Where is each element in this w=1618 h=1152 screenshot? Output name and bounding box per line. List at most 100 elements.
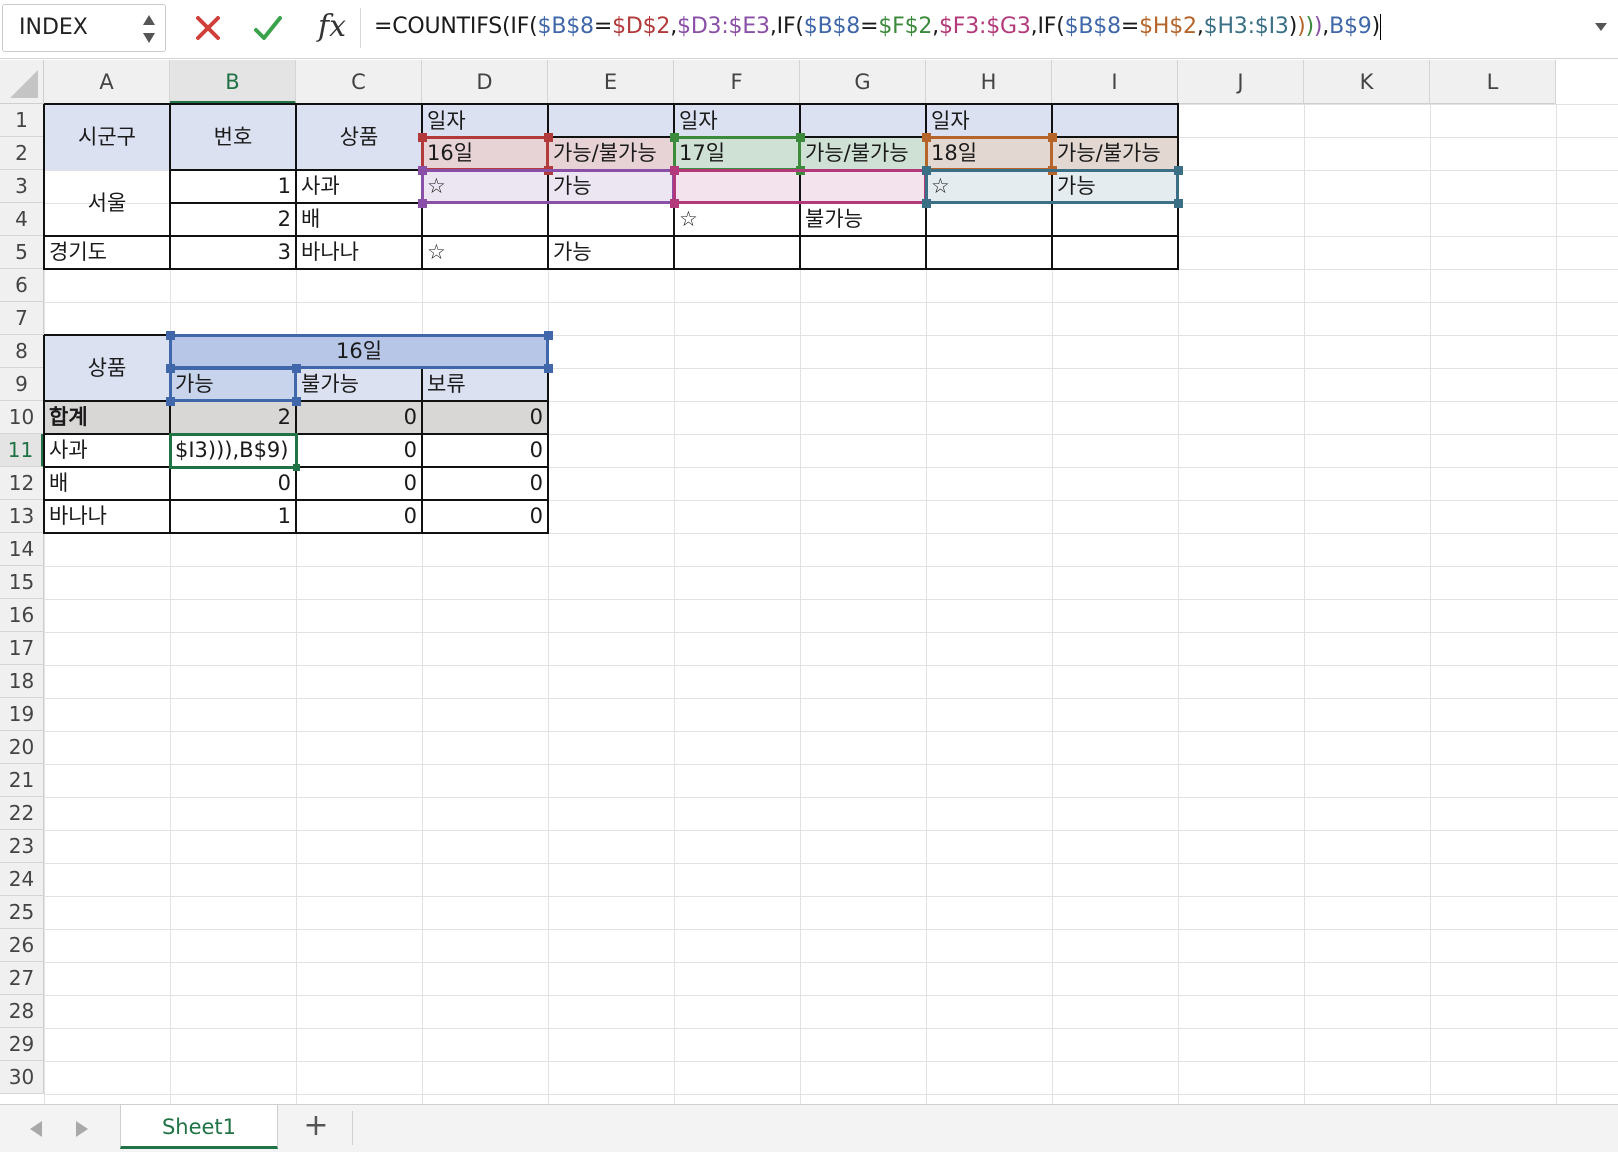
sheet-tab-sheet1[interactable]: Sheet1 bbox=[120, 1105, 278, 1149]
row-header-28[interactable]: 28 bbox=[0, 995, 44, 1028]
row-header-26[interactable]: 26 bbox=[0, 929, 44, 962]
fill-handle[interactable] bbox=[293, 464, 300, 471]
cell-e5[interactable]: 가능 bbox=[548, 236, 674, 269]
cell-a8[interactable]: 상품 bbox=[44, 335, 170, 401]
cell-c9[interactable]: 불가능 bbox=[296, 368, 422, 401]
cell-c3[interactable]: 사과 bbox=[296, 170, 422, 203]
ref-h3-i3-handle[interactable] bbox=[1174, 199, 1183, 208]
row-header-15[interactable]: 15 bbox=[0, 566, 44, 599]
cell-b4[interactable]: 2 bbox=[170, 203, 296, 236]
cell-h1[interactable]: 일자 bbox=[926, 104, 1052, 137]
cell-a10[interactable]: 합계 bbox=[44, 401, 170, 434]
row-header-12[interactable]: 12 bbox=[0, 467, 44, 500]
row-header-5[interactable]: 5 bbox=[0, 236, 44, 269]
add-sheet-button[interactable]: + bbox=[300, 1111, 332, 1143]
row-header-29[interactable]: 29 bbox=[0, 1028, 44, 1061]
ref-h3-i3-handle[interactable] bbox=[1174, 166, 1183, 175]
ref-f3-g3-handle[interactable] bbox=[670, 166, 679, 175]
cell-c12[interactable]: 0 bbox=[296, 467, 422, 500]
column-header-d[interactable]: D bbox=[422, 60, 548, 104]
column-header-k[interactable]: K bbox=[1304, 60, 1430, 104]
cell-b10[interactable]: 2 bbox=[170, 401, 296, 434]
cell-d13[interactable]: 0 bbox=[422, 500, 548, 533]
cell-d12[interactable]: 0 bbox=[422, 467, 548, 500]
cell-a5[interactable]: 경기도 bbox=[44, 236, 170, 269]
column-header-l[interactable]: L bbox=[1430, 60, 1556, 104]
column-header-j[interactable]: J bbox=[1178, 60, 1304, 104]
enter-check-icon[interactable] bbox=[250, 8, 286, 48]
row-header-23[interactable]: 23 bbox=[0, 830, 44, 863]
ref-d2-handle[interactable] bbox=[418, 133, 427, 142]
cell-g4[interactable]: 불가능 bbox=[800, 203, 926, 236]
row-header-21[interactable]: 21 bbox=[0, 764, 44, 797]
ref-h2-handle[interactable] bbox=[922, 133, 931, 142]
column-header-e[interactable]: E bbox=[548, 60, 674, 104]
row-header-3[interactable]: 3 bbox=[0, 170, 44, 203]
cell-b3[interactable]: 1 bbox=[170, 170, 296, 203]
cell-c13[interactable]: 0 bbox=[296, 500, 422, 533]
ref-h2-handle[interactable] bbox=[1048, 133, 1057, 142]
row-header-18[interactable]: 18 bbox=[0, 665, 44, 698]
cell-b1[interactable]: 번호 bbox=[170, 104, 296, 170]
ref-b9-handle[interactable] bbox=[292, 397, 301, 406]
cell-c5[interactable]: 바나나 bbox=[296, 236, 422, 269]
ref-b9-handle[interactable] bbox=[166, 397, 175, 406]
ref-f3-g3-handle[interactable] bbox=[670, 199, 679, 208]
column-header-g[interactable]: G bbox=[800, 60, 926, 104]
row-header-22[interactable]: 22 bbox=[0, 797, 44, 830]
row-header-6[interactable]: 6 bbox=[0, 269, 44, 302]
insert-function-button[interactable]: fx bbox=[312, 6, 352, 48]
ref-d3-e3-handle[interactable] bbox=[418, 199, 427, 208]
cell-a12[interactable]: 배 bbox=[44, 467, 170, 500]
cancel-x-icon[interactable] bbox=[190, 8, 226, 48]
cell-e2[interactable]: 가능/불가능 bbox=[548, 137, 674, 170]
name-box[interactable]: INDEX bbox=[2, 4, 166, 52]
row-header-11[interactable]: 11 bbox=[0, 434, 44, 467]
cell-d5[interactable]: ☆ bbox=[422, 236, 548, 269]
column-header-f[interactable]: F bbox=[674, 60, 800, 104]
formula-input[interactable]: =COUNTIFS(IF($B$8=$D$2,$D3:$E3,IF($B$8=$… bbox=[374, 14, 1381, 40]
expand-formula-bar-icon[interactable] bbox=[1594, 20, 1608, 34]
row-header-2[interactable]: 2 bbox=[0, 137, 44, 170]
row-header-1[interactable]: 1 bbox=[0, 104, 44, 137]
row-header-25[interactable]: 25 bbox=[0, 896, 44, 929]
cell-b13[interactable]: 1 bbox=[170, 500, 296, 533]
row-header-13[interactable]: 13 bbox=[0, 500, 44, 533]
cell-d11[interactable]: 0 bbox=[422, 434, 548, 467]
ref-b8-handle[interactable] bbox=[544, 364, 553, 373]
cell-b12[interactable]: 0 bbox=[170, 467, 296, 500]
cell-b5[interactable]: 3 bbox=[170, 236, 296, 269]
row-header-30[interactable]: 30 bbox=[0, 1061, 44, 1094]
cell-c1[interactable]: 상품 bbox=[296, 104, 422, 170]
cell-a1[interactable]: 시군구 bbox=[44, 104, 170, 170]
worksheet-grid[interactable]: ABCDEFGHIJKL 1 2 3 4 5 6 7 8 9 10 11 12 13 14 15 16 17 18… bbox=[0, 60, 1618, 1104]
row-header-14[interactable]: 14 bbox=[0, 533, 44, 566]
cell-c4[interactable]: 배 bbox=[296, 203, 422, 236]
ref-d2-handle[interactable] bbox=[544, 133, 553, 142]
row-header-20[interactable]: 20 bbox=[0, 731, 44, 764]
row-header-24[interactable]: 24 bbox=[0, 863, 44, 896]
ref-h3-i3-handle[interactable] bbox=[922, 199, 931, 208]
select-all-corner[interactable] bbox=[0, 60, 44, 104]
cell-a11[interactable]: 사과 bbox=[44, 434, 170, 467]
row-header-4[interactable]: 4 bbox=[0, 203, 44, 236]
cell-f4[interactable]: ☆ bbox=[674, 203, 800, 236]
triangle-left-icon[interactable] bbox=[28, 1119, 44, 1139]
cell-d1[interactable]: 일자 bbox=[422, 104, 548, 137]
ref-b8-handle[interactable] bbox=[544, 331, 553, 340]
row-header-17[interactable]: 17 bbox=[0, 632, 44, 665]
column-header-c[interactable]: C bbox=[296, 60, 422, 104]
cell-d10[interactable]: 0 bbox=[422, 401, 548, 434]
ref-b8-handle[interactable] bbox=[166, 331, 175, 340]
cell-i2[interactable]: 가능/불가능 bbox=[1052, 137, 1178, 170]
column-header-i[interactable]: I bbox=[1052, 60, 1178, 104]
triangle-right-icon[interactable] bbox=[74, 1119, 90, 1139]
row-header-9[interactable]: 9 bbox=[0, 368, 44, 401]
ref-f2-handle[interactable] bbox=[796, 133, 805, 142]
cell-g2[interactable]: 가능/불가능 bbox=[800, 137, 926, 170]
column-header-h[interactable]: H bbox=[926, 60, 1052, 104]
ref-h3-i3-handle[interactable] bbox=[922, 166, 931, 175]
name-box-spinner-icon[interactable] bbox=[141, 11, 157, 47]
ref-b9-handle[interactable] bbox=[292, 364, 301, 373]
row-header-8[interactable]: 8 bbox=[0, 335, 44, 368]
